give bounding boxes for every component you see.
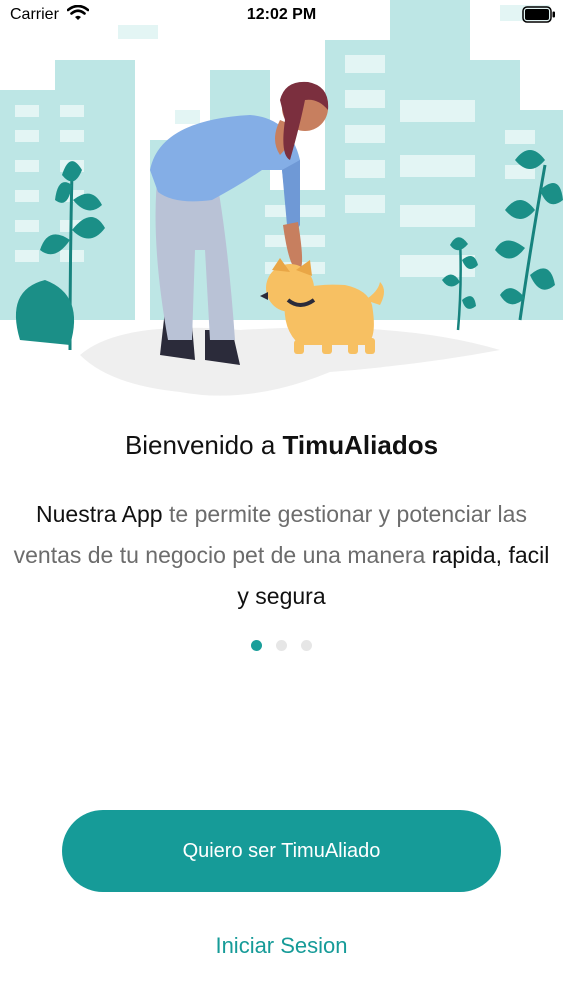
status-bar: Carrier 12:02 PM [0, 0, 563, 30]
page-dot-2[interactable] [276, 640, 287, 651]
page-dot-3[interactable] [301, 640, 313, 651]
clock: 12:02 PM [246, 6, 317, 23]
battery-icon [522, 6, 556, 28]
register-button[interactable]: Quiero ser TimuAliado [62, 810, 501, 892]
welcome-prefix: Bienvenido a [124, 430, 283, 460]
brand-name: TimuAliados [282, 430, 439, 460]
page-indicator[interactable] [0, 638, 563, 656]
ground-shadow [80, 327, 500, 396]
onboarding-illustration [0, 0, 563, 396]
description-highlight-app: Nuestra App [36, 501, 163, 527]
login-link[interactable]: Iniciar Sesion [0, 933, 563, 959]
page-dot-1[interactable] [250, 640, 262, 651]
welcome-title: Bienvenido a TimuAliados [0, 430, 563, 461]
app-description: Nuestra App te permite gestionar y poten… [10, 494, 553, 617]
